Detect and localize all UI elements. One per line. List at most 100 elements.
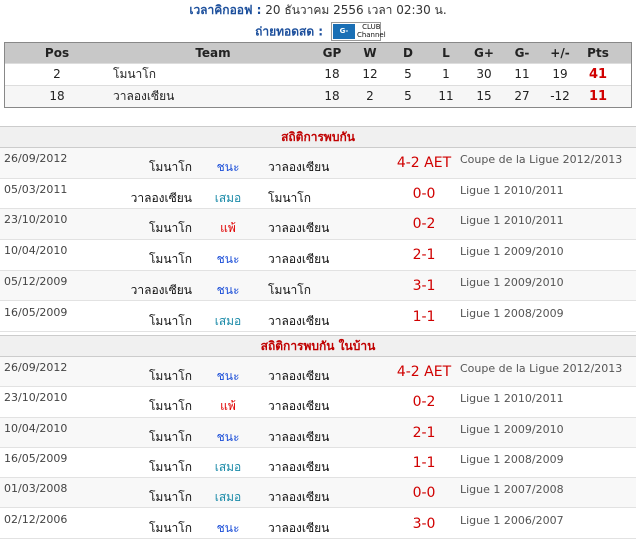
match-score: 0-0 (412, 485, 436, 502)
col-w: W (363, 46, 377, 60)
match-score: 3-1 (412, 277, 436, 294)
match-result: เสมอ (214, 313, 242, 328)
kickoff-line: เวลาคิกออฟ : 20 ธันวาคม 2556 เวลา 02:30 … (0, 0, 636, 20)
head-to-head-title: สถิติการพบกัน (0, 126, 636, 148)
match-result: เสมอ (214, 190, 242, 205)
channel-logo-text: Channel (356, 31, 386, 39)
col-gf: G+ (474, 46, 494, 60)
standings-header: Pos Team GP W D L G+ G- +/- Pts (5, 43, 631, 63)
wins-cell: 2 (366, 89, 374, 103)
competition-name: Ligue 1 2009/2010 (460, 422, 564, 436)
competition-name: Ligue 1 2008/2009 (460, 306, 564, 320)
gmm-logo-mark: G-MM (332, 24, 355, 50)
match-row: 26/09/2012 โมนาโก ชนะ วาลองเซียน 4-2 AET Coup… (0, 357, 636, 388)
home-head-to-head-title: สถิติการพบกัน ในบ้าน (0, 335, 636, 357)
live-label: ถ่ายทอดสด : (255, 24, 324, 39)
games-played-cell: 18 (324, 67, 340, 81)
match-score: 0-2 (412, 394, 436, 411)
draws-cell: 5 (404, 67, 412, 81)
away-team: วาลองเซียน (268, 520, 330, 535)
match-score: 1-1 (412, 454, 436, 471)
match-score: 1-1 (412, 308, 436, 325)
away-team: โมนาโก (268, 190, 312, 205)
match-result: ชนะ (216, 429, 240, 444)
match-score: 4-2 AET (396, 155, 452, 171)
match-date: 02/12/2006 (4, 512, 68, 526)
match-date: 26/09/2012 (4, 361, 68, 374)
away-team: วาลองเซียน (268, 252, 330, 267)
home-team: โมนาโก (148, 160, 192, 174)
competition-name: Ligue 1 2010/2011 (460, 392, 564, 406)
live-broadcast-line: ถ่ายทอดสด : G-MM CLUBChannel (0, 20, 636, 50)
losses-cell: 1 (442, 67, 450, 81)
match-date: 16/05/2009 (4, 451, 68, 465)
goal-difference-cell: 19 (552, 67, 568, 81)
away-team: วาลองเซียน (268, 459, 330, 474)
match-date: 23/10/2010 (4, 391, 68, 405)
match-score: 2-1 (412, 247, 436, 264)
competition-name: Ligue 1 2008/2009 (460, 452, 564, 466)
match-score: 2-1 (412, 424, 436, 441)
match-result: แพ้ (220, 221, 236, 236)
match-date: 10/04/2010 (4, 421, 68, 435)
position-cell: 18 (49, 89, 65, 103)
home-team: โมนาโก (148, 459, 192, 474)
match-date: 05/12/2009 (4, 274, 68, 288)
losses-cell: 11 (438, 89, 454, 103)
wins-cell: 12 (362, 67, 378, 81)
home-team: วาลองเซียน (130, 282, 192, 297)
match-result: แพ้ (220, 399, 236, 414)
club-logo-text: CLUB (362, 23, 381, 31)
col-team: Team (195, 46, 231, 60)
match-row: 05/12/2009 วาลองเซียน ชนะ โมนาโก 3-1 Ligue 1 … (0, 270, 636, 302)
match-row: 10/04/2010 โมนาโก ชนะ วาลองเซียน 2-1 Ligue 1 … (0, 417, 636, 448)
away-team: วาลองเซียน (268, 160, 330, 174)
goals-for-cell: 15 (476, 89, 492, 103)
match-date: 23/10/2010 (4, 213, 68, 227)
match-row: 23/10/2010 โมนาโก แพ้ วาลองเซียน 0-2 Ligue 1 … (0, 387, 636, 418)
match-score: 3-0 (412, 515, 436, 532)
away-team: วาลองเซียน (268, 490, 330, 505)
match-date: 16/05/2009 (4, 305, 68, 319)
standings-row: 18 วาลองเซียน 18 2 5 11 15 27 -12 11 (5, 85, 631, 107)
away-team: วาลองเซียน (268, 221, 330, 236)
col-pos: Pos (44, 46, 70, 60)
draws-cell: 5 (404, 89, 412, 103)
match-date: 01/03/2008 (4, 482, 68, 496)
kickoff-label: เวลาคิกออฟ : (189, 3, 262, 17)
match-result: ชนะ (216, 282, 240, 297)
goal-difference-cell: -12 (550, 89, 570, 103)
match-score: 4-2 AET (396, 364, 452, 380)
match-score: 0-0 (412, 185, 436, 202)
match-score: 0-2 (412, 216, 436, 233)
home-team: โมนาโก (148, 429, 192, 444)
team-name-cell: วาลองเซียน (113, 89, 175, 103)
goals-against-cell: 11 (514, 67, 530, 81)
away-team: วาลองเซียน (268, 313, 330, 328)
home-team: โมนาโก (148, 221, 192, 236)
match-result: ชนะ (216, 520, 240, 535)
match-date: 26/09/2012 (4, 152, 68, 165)
col-gp: GP (322, 46, 342, 60)
away-team: วาลองเซียน (268, 429, 330, 444)
match-row: 05/03/2011 วาลองเซียน เสมอ โมนาโก 0-0 Ligue 1… (0, 179, 636, 210)
col-ga: G- (514, 46, 530, 60)
col-d: D (403, 46, 413, 60)
match-row: 02/12/2006 โมนาโก ชนะ วาลองเซียน 3-0 Ligue 1 … (0, 509, 636, 539)
competition-name: Ligue 1 2006/2007 (460, 513, 564, 527)
standings-row: 2 โมนาโก 18 12 5 1 30 11 19 41 (5, 63, 631, 85)
away-team: วาลองเซียน (268, 399, 330, 414)
match-result: ชนะ (216, 369, 240, 383)
match-row: 16/05/2009 โมนาโก เสมอ วาลองเซียน 1-1 Ligue 1… (0, 302, 636, 333)
col-gd: +/- (550, 46, 570, 60)
match-row: 10/04/2010 โมนาโก ชนะ วาลองเซียน 2-1 Ligue 1 … (0, 240, 636, 271)
match-row: 16/05/2009 โมนาโก เสมอ วาลองเซียน 1-1 Ligue 1… (0, 448, 636, 479)
match-date: 05/03/2011 (4, 182, 68, 196)
competition-name: Ligue 1 2010/2011 (460, 183, 564, 197)
games-played-cell: 18 (324, 89, 340, 103)
match-result: ชนะ (216, 160, 240, 174)
kickoff-value: 20 ธันวาคม 2556 เวลา 02:30 น. (265, 3, 447, 17)
gmm-club-channel-logo: G-MM CLUBChannel (330, 22, 386, 50)
match-result: เสมอ (214, 459, 242, 474)
standings-table: Pos Team GP W D L G+ G- +/- Pts 2 โมนาโก 1… (4, 42, 632, 108)
